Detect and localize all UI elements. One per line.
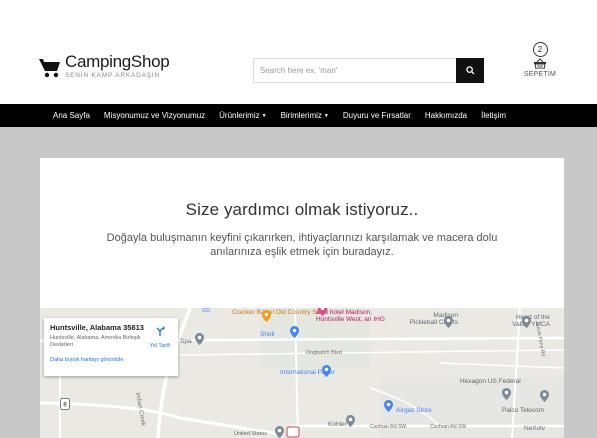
- main-nav: Ana Sayfa Misyonumuz ve Vizyonumuz Ürünl…: [0, 104, 597, 127]
- map-pin-icon[interactable]: [262, 310, 271, 322]
- map-pin-icon[interactable]: [346, 415, 355, 427]
- brand-name: CampingShop: [65, 52, 170, 71]
- search-button[interactable]: [456, 58, 484, 83]
- place-label: NeXolv: [524, 425, 545, 432]
- basket-icon: [534, 58, 546, 69]
- map-pin-icon[interactable]: [502, 388, 511, 400]
- road-label: United States: [234, 431, 268, 437]
- map-pin-icon[interactable]: [195, 333, 204, 345]
- embedded-map[interactable]: Cracker Barrel Old Country Store avid ho…: [40, 308, 564, 438]
- caret-down-icon: ▼: [261, 112, 267, 119]
- place-label: Kohler: [328, 421, 347, 428]
- hero-text: Doğayla buluşmanın keyfini çıkarırken, i…: [106, 232, 498, 258]
- basket-label: SEPETİM: [523, 71, 557, 78]
- nav-item-label: Duyuru ve Fırsatlar: [342, 111, 411, 120]
- directions-button[interactable]: Yol Tarifi: [149, 324, 171, 349]
- basket-count-badge: 2: [532, 42, 548, 57]
- basket-button[interactable]: 2 SEPETİM: [521, 42, 559, 78]
- place-label: Hexagon US Federal: [460, 378, 521, 385]
- place-label: GD: [202, 308, 211, 314]
- nav-item-products[interactable]: Ürünlerimiz ▼: [219, 111, 266, 120]
- brand-tagline: SENİN KAMP ARKADAŞIN: [65, 72, 160, 79]
- nav-item-about[interactable]: Hakkımızda: [425, 111, 467, 120]
- place-label: Spa: [180, 338, 192, 345]
- map-pin-icon[interactable]: [444, 316, 453, 328]
- nav-item-label: İletişim: [481, 111, 506, 120]
- place-label: Shell: [260, 331, 275, 338]
- map-pin-icon[interactable]: [318, 308, 327, 316]
- hero-title: Size yardımcı olmak istiyoruz..: [185, 200, 419, 219]
- nav-item-label: Misyonumuz ve Vizyonumuz: [103, 111, 206, 120]
- route-marker-icon: 8: [60, 398, 70, 410]
- directions-icon: [156, 326, 165, 336]
- nav-item-label: Birimlerimiz: [280, 111, 322, 120]
- search-icon: [465, 66, 475, 75]
- map-pin-icon[interactable]: [275, 426, 284, 438]
- shopping-cart-icon: [39, 59, 60, 78]
- nav-item-label: Hakkımızda: [424, 111, 468, 120]
- road-label: Cochran Rd SW: [430, 424, 467, 430]
- svg-text:8: 8: [63, 402, 67, 409]
- place-label: Dogbatch Blvd: [306, 350, 342, 356]
- nav-item-label: Ürünlerimiz: [219, 111, 260, 120]
- map-info-card: Huntsville, Alabama 35813 Huntsville, Al…: [44, 318, 178, 376]
- search-bar: [253, 58, 484, 83]
- map-pin-icon[interactable]: [384, 400, 393, 412]
- caret-down-icon: ▼: [323, 112, 329, 119]
- road-label: Cochran Rd SW: [370, 424, 407, 430]
- search-input[interactable]: [253, 58, 456, 83]
- place-label: Airgas Store: [396, 407, 432, 414]
- map-location-address: Huntsville, Alabama, Amerika Birleşik De…: [50, 335, 141, 348]
- directions-label: Yol Tarifi: [149, 343, 171, 349]
- nav-item-label: Ana Sayfa: [53, 111, 90, 120]
- map-pin-icon[interactable]: [322, 365, 331, 377]
- hero-section: Size yardımcı olmak istiyoruz.. Doğayla …: [40, 158, 564, 308]
- map-pin-icon[interactable]: [522, 316, 531, 328]
- brand-logo[interactable]: CampingShop SENİN KAMP ARKADAŞIN: [38, 52, 170, 79]
- nav-item-home[interactable]: Ana Sayfa: [53, 111, 90, 120]
- nav-item-announcements[interactable]: Duyuru ve Fırsatlar: [343, 111, 411, 120]
- larger-map-link[interactable]: Daha büyük haritayı görüntüle: [50, 357, 172, 363]
- nav-item-mission[interactable]: Misyonumuz ve Vizyonumuz: [104, 111, 205, 120]
- place-label: Palco Telecom: [502, 407, 545, 414]
- map-pin-icon[interactable]: [290, 326, 299, 338]
- nav-item-contact[interactable]: İletişim: [481, 111, 506, 120]
- nav-item-units[interactable]: Birimlerimiz ▼: [281, 111, 329, 120]
- map-pin-icon[interactable]: [540, 390, 549, 402]
- place-label: Cracker Barrel Old Country Store: [232, 309, 328, 316]
